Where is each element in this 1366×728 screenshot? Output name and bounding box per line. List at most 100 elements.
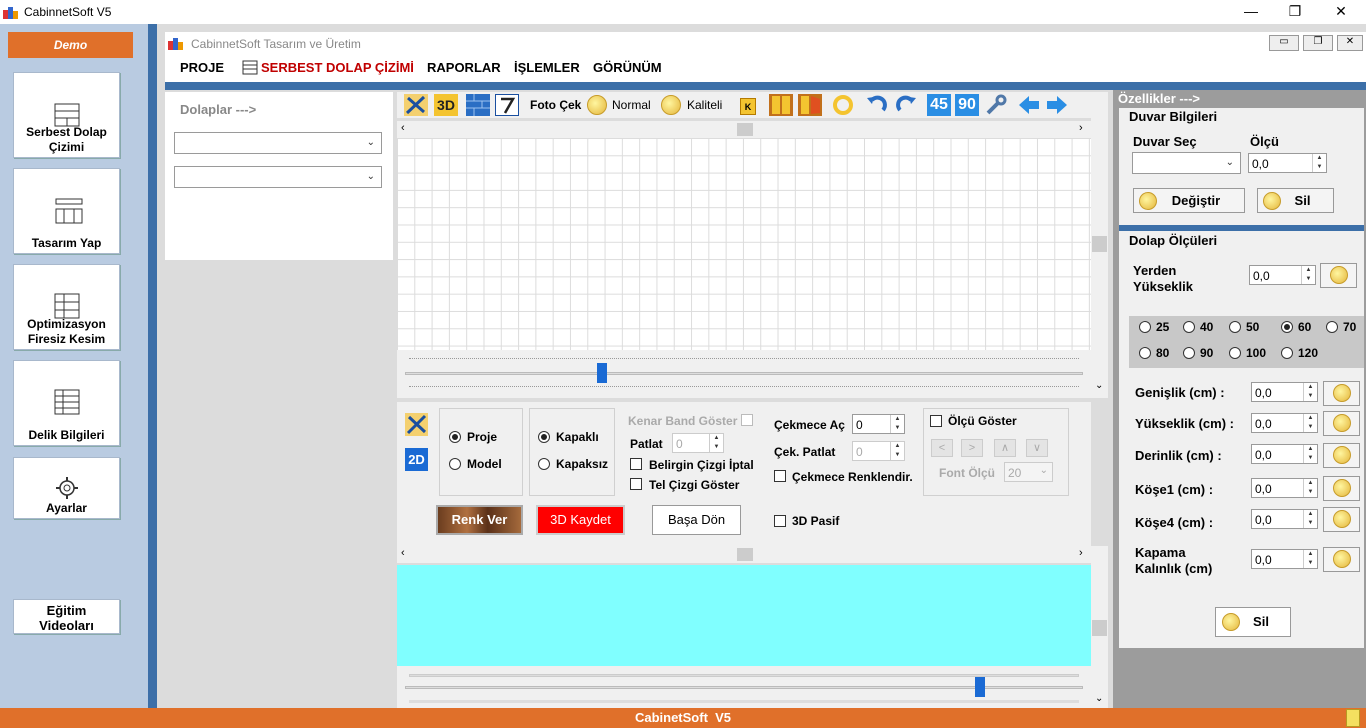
size-120-radio[interactable] (1281, 347, 1293, 359)
kose4-apply-button[interactable] (1323, 507, 1360, 532)
camera-icon[interactable] (661, 95, 681, 115)
inner-close-button[interactable]: ✕ (1337, 35, 1363, 51)
bottom-horizontal-scrollbar[interactable]: ‹ › (397, 546, 1091, 563)
menu-gorunum[interactable]: GÖRÜNÜM (593, 60, 662, 75)
size-25-radio[interactable] (1139, 321, 1151, 333)
stepper-arrows[interactable]: ▲ ▼ (890, 415, 904, 433)
size-60-radio[interactable] (1281, 321, 1293, 333)
stepper-arrows[interactable]: ▲ ▼ (1303, 510, 1317, 528)
wrench-icon[interactable] (984, 94, 1008, 116)
sidebar-item-ayarlar[interactable]: Ayarlar (13, 457, 120, 519)
scroll-thumb[interactable] (1092, 236, 1107, 252)
normal-photo-button[interactable]: Normal (612, 98, 651, 112)
sil-dolap-button[interactable]: Sil (1215, 607, 1291, 637)
chevron-right-icon[interactable]: › (1079, 122, 1083, 134)
basa-don-button[interactable]: Başa Dön (652, 505, 741, 535)
derinlik-apply-button[interactable] (1323, 443, 1360, 468)
tel-cizgi-checkbox[interactable] (630, 478, 642, 490)
chevron-down-icon[interactable]: ⌄ (1095, 380, 1103, 391)
model-radio[interactable] (449, 458, 461, 470)
design-canvas[interactable] (397, 138, 1091, 350)
scroll-thumb[interactable] (737, 548, 753, 561)
olcu-right-button[interactable]: > (961, 439, 983, 457)
degistir-button[interactable]: Değiştir (1133, 188, 1245, 213)
stepper-arrows[interactable]: ▲ ▼ (1303, 383, 1317, 401)
olcu-down-button[interactable]: ∨ (1026, 439, 1048, 457)
menu-raporlar[interactable]: RAPORLAR (427, 60, 501, 75)
kapama-apply-button[interactable] (1323, 547, 1360, 572)
sil-wall-button[interactable]: Sil (1257, 188, 1334, 213)
belirgin-checkbox[interactable] (630, 458, 642, 470)
stepper-arrows[interactable]: ▲ ▼ (1301, 266, 1315, 284)
size-70-radio[interactable] (1326, 321, 1338, 333)
close-button[interactable]: ✕ (1318, 0, 1364, 22)
menu-proje[interactable]: PROJE (180, 60, 224, 75)
pasif-3d-checkbox[interactable] (774, 515, 786, 527)
rotate-right-icon[interactable] (894, 94, 918, 116)
ring-icon[interactable] (831, 94, 855, 116)
menu-serbest-dolap-cizimi[interactable]: SERBEST DOLAP ÇİZİMİ (261, 60, 414, 75)
door-icon[interactable] (769, 94, 793, 116)
stepper-arrows[interactable]: ▲ ▼ (1312, 154, 1326, 172)
proje-radio[interactable] (449, 431, 461, 443)
kapama-stepper[interactable]: 0,0 ▲ ▼ (1251, 549, 1318, 569)
menu-islemler[interactable]: İŞLEMLER (514, 60, 580, 75)
font-olcu-select[interactable]: 20 ⌄ (1004, 462, 1053, 482)
chevron-left-icon[interactable]: ‹ (401, 547, 405, 559)
restore-button[interactable]: ❐ (1272, 0, 1318, 22)
zoom-slider-track[interactable] (405, 372, 1083, 375)
dolap-select-1[interactable]: ⌄ (174, 132, 382, 154)
cek-patlat-stepper[interactable]: 0 ▲ ▼ (852, 441, 905, 461)
yerden-apply-button[interactable] (1320, 263, 1357, 288)
stepper-arrows[interactable]: ▲ ▼ (709, 434, 723, 452)
corner-cabinet-icon[interactable] (495, 94, 519, 116)
arrow-right-icon[interactable] (1045, 94, 1069, 116)
olcu-stepper[interactable]: 0,0 ▲ ▼ (1248, 153, 1327, 173)
kapaksiz-radio[interactable] (538, 458, 550, 470)
sidebar-item-delik-bilgileri[interactable]: Delik Bilgileri (13, 360, 120, 446)
rotate-45-button[interactable]: 45 (927, 94, 951, 116)
door-open-icon[interactable] (798, 94, 822, 116)
genislik-apply-button[interactable] (1323, 381, 1360, 406)
genislik-stepper[interactable]: 0,0 ▲ ▼ (1251, 382, 1318, 402)
tools-icon[interactable] (405, 413, 428, 436)
stepper-arrows[interactable]: ▲ ▼ (1303, 550, 1317, 568)
kapakli-radio[interactable] (538, 431, 550, 443)
sidebar-item-serbest-dolap[interactable]: Serbest Dolap Çizimi (13, 72, 120, 158)
yukseklik-stepper[interactable]: 0,0 ▲ ▼ (1251, 413, 1318, 433)
duvar-select[interactable]: ⌄ (1132, 152, 1241, 174)
kose1-stepper[interactable]: 0,0 ▲ ▼ (1251, 478, 1318, 498)
olcu-up-button[interactable]: ∧ (994, 439, 1016, 457)
derinlik-stepper[interactable]: 0,0 ▲ ▼ (1251, 444, 1318, 464)
tools-icon[interactable] (404, 94, 428, 116)
sidebar-item-egitim-videolari[interactable]: Eğitim Videoları (13, 599, 120, 634)
bottom-slider-thumb[interactable] (975, 677, 985, 697)
demo-badge[interactable]: Demo (8, 32, 133, 58)
size-90-radio[interactable] (1183, 347, 1195, 359)
top-vertical-scrollbar[interactable]: ⌄ (1091, 92, 1108, 398)
stepper-arrows[interactable]: ▲ ▼ (890, 442, 904, 460)
yerden-stepper[interactable]: 0,0 ▲ ▼ (1249, 265, 1316, 285)
bottom-vertical-scrollbar[interactable]: ⌄ (1091, 546, 1108, 708)
kaydet-3d-button[interactable]: 3D Kaydet (536, 505, 625, 535)
sidebar-item-tasarim-yap[interactable]: Tasarım Yap (13, 168, 120, 254)
kaliteli-photo-button[interactable]: Kaliteli (687, 98, 722, 112)
inner-minimize-button[interactable]: ▭ (1269, 35, 1299, 51)
wall-icon[interactable] (466, 94, 490, 116)
chevron-right-icon[interactable]: › (1079, 547, 1083, 559)
size-100-radio[interactable] (1229, 347, 1241, 359)
yukseklik-apply-button[interactable] (1323, 411, 1360, 436)
k-button[interactable]: K (740, 98, 756, 115)
kose4-stepper[interactable]: 0,0 ▲ ▼ (1251, 509, 1318, 529)
chevron-left-icon[interactable]: ‹ (401, 122, 405, 134)
scroll-thumb[interactable] (737, 123, 753, 136)
renk-ver-button[interactable]: Renk Ver (436, 505, 523, 535)
size-40-radio[interactable] (1183, 321, 1195, 333)
zoom-slider-thumb[interactable] (597, 363, 607, 383)
camera-icon[interactable] (587, 95, 607, 115)
kose1-apply-button[interactable] (1323, 476, 1360, 501)
stepper-arrows[interactable]: ▲ ▼ (1303, 414, 1317, 432)
rotate-90-button[interactable]: 90 (955, 94, 979, 116)
view-3d-button[interactable]: 3D (434, 94, 458, 116)
size-50-radio[interactable] (1229, 321, 1241, 333)
